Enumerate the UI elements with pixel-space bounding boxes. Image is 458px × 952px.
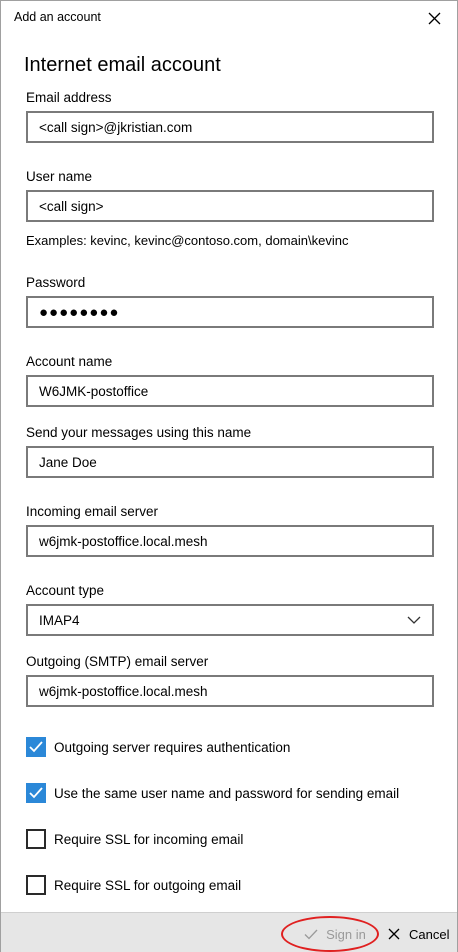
- option-label: Require SSL for incoming email: [54, 831, 244, 847]
- sign-in-label: Sign in: [326, 926, 366, 942]
- account-type-select[interactable]: IMAP4: [26, 604, 434, 636]
- email-value: <call sign>@jkristian.com: [39, 119, 193, 135]
- checkmark-icon: [304, 929, 318, 939]
- password-value: ●●●●●●●●: [39, 303, 120, 321]
- page-title: Internet email account: [24, 54, 221, 76]
- account-name-value: W6JMK-postoffice: [39, 383, 149, 399]
- account-type-value: IMAP4: [39, 612, 80, 628]
- display-name-label: Send your messages using this name: [26, 425, 252, 440]
- email-label: Email address: [26, 90, 112, 105]
- checkbox-ssl-outgoing[interactable]: [26, 875, 46, 895]
- option-label: Use the same user name and password for …: [54, 785, 400, 801]
- option-label: Outgoing server requires authentication: [54, 739, 291, 755]
- option-same-credentials[interactable]: Use the same user name and password for …: [26, 782, 399, 804]
- option-outgoing-auth[interactable]: Outgoing server requires authentication: [26, 736, 290, 758]
- account-type-label: Account type: [26, 583, 105, 598]
- checkmark-icon: [29, 741, 43, 753]
- cancel-label: Cancel: [409, 926, 450, 942]
- sign-in-button[interactable]: Sign in: [290, 921, 380, 947]
- username-hint: Examples: kevinc, kevinc@contoso.com, do…: [26, 233, 349, 248]
- checkbox-same-credentials[interactable]: [26, 783, 46, 803]
- outgoing-server-field[interactable]: w6jmk-postoffice.local.mesh: [26, 675, 434, 707]
- email-field[interactable]: <call sign>@jkristian.com: [26, 111, 434, 143]
- window-title: Add an account: [14, 10, 101, 24]
- dialog-footer: Sign in Cancel: [1, 912, 457, 952]
- close-icon: [388, 928, 400, 940]
- outgoing-server-value: w6jmk-postoffice.local.mesh: [39, 683, 208, 699]
- username-label: User name: [26, 169, 93, 184]
- display-name-field[interactable]: Jane Doe: [26, 446, 434, 478]
- account-name-label: Account name: [26, 354, 113, 369]
- title-bar: Add an account: [1, 1, 457, 35]
- close-button[interactable]: [417, 4, 451, 32]
- username-value: <call sign>: [39, 198, 104, 214]
- checkbox-ssl-incoming[interactable]: [26, 829, 46, 849]
- incoming-server-label: Incoming email server: [26, 504, 159, 519]
- display-name-value: Jane Doe: [39, 454, 97, 470]
- close-icon: [428, 12, 440, 24]
- checkmark-icon: [29, 787, 43, 799]
- incoming-server-value: w6jmk-postoffice.local.mesh: [39, 533, 208, 549]
- option-label: Require SSL for outgoing email: [54, 877, 242, 893]
- incoming-server-field[interactable]: w6jmk-postoffice.local.mesh: [26, 525, 434, 557]
- chevron-down-icon: [407, 616, 421, 624]
- outgoing-server-label: Outgoing (SMTP) email server: [26, 654, 209, 669]
- option-ssl-incoming[interactable]: Require SSL for incoming email: [26, 828, 243, 850]
- checkbox-outgoing-auth[interactable]: [26, 737, 46, 757]
- password-label: Password: [26, 275, 86, 290]
- cancel-button[interactable]: Cancel: [383, 921, 453, 947]
- username-field[interactable]: <call sign>: [26, 190, 434, 222]
- option-ssl-outgoing[interactable]: Require SSL for outgoing email: [26, 874, 241, 896]
- add-account-dialog: Add an account Internet email account Em…: [0, 0, 458, 952]
- password-field[interactable]: ●●●●●●●●: [26, 296, 434, 328]
- account-name-field[interactable]: W6JMK-postoffice: [26, 375, 434, 407]
